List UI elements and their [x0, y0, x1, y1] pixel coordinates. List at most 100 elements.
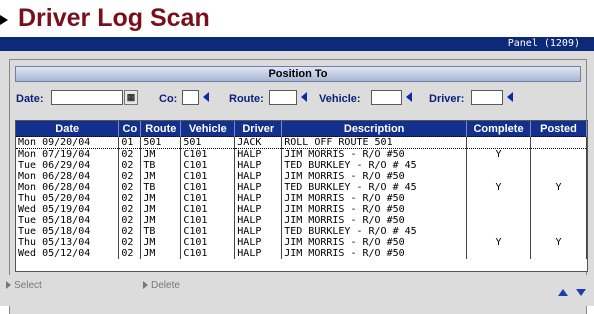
vehicle-label: Vehicle: [319, 93, 361, 105]
cell-driver: JACK [234, 136, 283, 149]
cell-vehicle: C101 [180, 182, 236, 193]
cell-driver: HALP [234, 248, 283, 259]
cell-co: 01 [118, 136, 142, 149]
panel-number: Panel (1209) [507, 38, 580, 49]
cell-vehicle: C101 [180, 237, 236, 248]
cell-complete [466, 160, 531, 171]
cell-co: 02 [118, 160, 142, 171]
cell-description: JIM MORRIS - R/O #50 [281, 148, 468, 160]
column-header-posted[interactable]: Posted [530, 121, 587, 137]
cell-date: Thu 05/13/04 [16, 237, 120, 248]
cell-description: TED BURKLEY - R/O # 45 [281, 160, 468, 171]
cell-posted [530, 204, 587, 215]
cell-description: JIM MORRIS - R/O #50 [281, 193, 468, 204]
cell-driver: HALP [234, 204, 283, 215]
cell-description: JIM MORRIS - R/O #50 [281, 237, 468, 248]
column-header-vehicle[interactable]: Vehicle [180, 121, 236, 137]
cell-date: Tue 06/29/04 [16, 160, 120, 171]
cell-route: JM [140, 237, 182, 248]
cell-vehicle: C101 [180, 193, 236, 204]
co-field[interactable] [182, 90, 199, 105]
cell-posted [530, 193, 587, 204]
cell-route: JM [140, 171, 182, 182]
date-label: Date: [16, 93, 44, 105]
cell-route: JM [140, 193, 182, 204]
panel-bar: Panel (1209) [0, 37, 594, 51]
table-row[interactable]: Wed 05/12/04 02 JM C101 HALP JIM MORRIS - R/O… [16, 248, 587, 259]
scroll-down-icon[interactable] [576, 289, 586, 296]
cell-co: 02 [118, 226, 142, 237]
cell-complete [466, 171, 531, 182]
cell-posted [530, 248, 587, 259]
cell-driver: HALP [234, 193, 283, 204]
action-bar: Select Delete [0, 275, 594, 306]
table-row[interactable]: Tue 06/29/04 02 TB C101 HALP TED BURKLEY - R/… [16, 160, 587, 171]
title-pointer-icon [0, 15, 8, 25]
table-row[interactable]: Thu 05/13/04 02 JM C101 HALP JIM MORRIS - R/O… [16, 237, 587, 248]
cell-date: Mon 07/19/04 [16, 148, 120, 160]
cell-driver: HALP [234, 160, 283, 171]
calendar-icon[interactable]: ▦ [124, 90, 138, 105]
column-header-driver[interactable]: Driver [234, 121, 283, 137]
cell-posted [530, 171, 587, 182]
co-lookup-arrow-icon[interactable] [203, 92, 209, 102]
delete-button[interactable]: Delete [143, 280, 180, 291]
column-header-description[interactable]: Description [281, 121, 468, 137]
cell-route: JM [140, 204, 182, 215]
cell-complete [466, 204, 531, 215]
cell-posted [530, 136, 587, 149]
column-header-co[interactable]: Co [118, 121, 142, 137]
select-label: Select [14, 280, 42, 291]
delete-label: Delete [151, 280, 180, 291]
cell-complete: Y [466, 182, 531, 193]
cell-complete [466, 136, 531, 149]
column-header-date[interactable]: Date [16, 121, 120, 137]
position-to-header: Position To [15, 66, 581, 82]
cell-complete [466, 193, 531, 204]
cell-co: 02 [118, 182, 142, 193]
cell-co: 02 [118, 171, 142, 182]
cell-route: TB [140, 160, 182, 171]
select-button[interactable]: Select [6, 280, 42, 291]
co-label: Co: [159, 93, 178, 105]
select-arrow-icon [6, 281, 11, 290]
table-row[interactable]: Tue 05/18/04 02 JM C101 HALP JIM MORRIS - R/O… [16, 215, 587, 226]
table-row[interactable]: Wed 05/19/04 02 JM C101 HALP JIM MORRIS - R/O… [16, 204, 587, 215]
route-label: Route: [229, 93, 264, 105]
cell-vehicle: C101 [180, 248, 236, 259]
table-row[interactable]: Mon 09/20/04 01 501 501 JACK ROLL OFF ROUTE 5… [16, 136, 587, 149]
cell-date: Tue 05/18/04 [16, 215, 120, 226]
date-field[interactable] [51, 90, 123, 105]
cell-route: 501 [140, 136, 182, 149]
driver-lookup-arrow-icon[interactable] [507, 92, 513, 102]
cell-description: ROLL OFF ROUTE 501 [281, 136, 468, 149]
route-lookup-arrow-icon[interactable] [301, 92, 307, 102]
table-row[interactable]: Mon 07/19/04 02 JM C101 HALP JIM MORRIS - R/O… [16, 148, 587, 160]
table-row[interactable]: Mon 06/28/04 02 JM C101 HALP JIM MORRIS - R/O… [16, 171, 587, 182]
cell-date: Mon 09/20/04 [16, 136, 120, 149]
driver-field[interactable] [471, 90, 503, 105]
table-row[interactable]: Tue 05/18/04 02 TB C101 HALP TED BURKLEY - R/… [16, 226, 587, 237]
cell-co: 02 [118, 204, 142, 215]
page-title: Driver Log Scan [18, 4, 210, 32]
grid-header-row: Date Co Route Vehicle Driver Description… [16, 121, 587, 137]
cell-co: 02 [118, 237, 142, 248]
column-header-route[interactable]: Route [140, 121, 182, 137]
cell-complete [466, 226, 531, 237]
cell-driver: HALP [234, 215, 283, 226]
delete-arrow-icon [143, 281, 148, 290]
vehicle-lookup-arrow-icon[interactable] [406, 92, 412, 102]
vehicle-field[interactable] [371, 90, 402, 105]
cell-posted [530, 215, 587, 226]
column-header-complete[interactable]: Complete [466, 121, 531, 137]
driver-log-table: Date Co Route Vehicle Driver Description… [16, 121, 587, 259]
cell-driver: HALP [234, 237, 283, 248]
route-field[interactable] [269, 90, 297, 105]
cell-co: 02 [118, 193, 142, 204]
scroll-up-icon[interactable] [558, 289, 568, 296]
table-row[interactable]: Mon 06/28/04 02 TB C101 HALP TED BURKLEY - R/… [16, 182, 587, 193]
table-row[interactable]: Thu 05/20/04 02 JM C101 HALP JIM MORRIS - R/O… [16, 193, 587, 204]
cell-description: TED BURKLEY - R/O # 45 [281, 226, 468, 237]
cell-driver: HALP [234, 182, 283, 193]
cell-date: Tue 05/18/04 [16, 226, 120, 237]
